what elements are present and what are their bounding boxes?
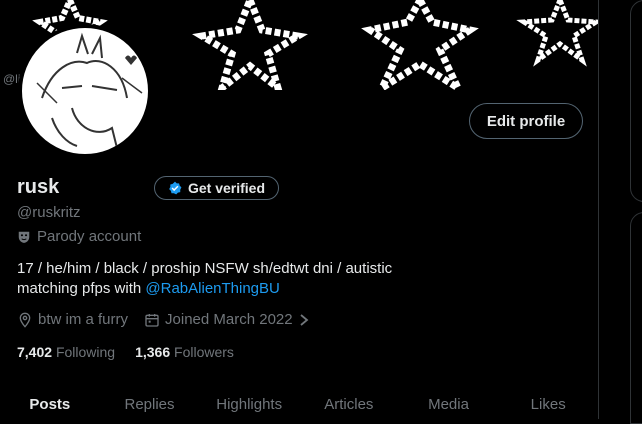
parody-account-label: Parody account <box>37 228 142 245</box>
joined-text: Joined March 2022 <box>165 311 293 328</box>
following-label: Following <box>55 344 116 360</box>
follow-stats: 7,402 Following 1,366 Followers <box>17 344 234 360</box>
get-verified-label: Get verified <box>187 180 266 196</box>
avatar-sketch <box>36 32 143 149</box>
following-count: 7,402 <box>17 344 53 360</box>
tab-likes[interactable]: Likes <box>498 387 598 419</box>
sidebar-card-top <box>630 0 642 202</box>
followers-link[interactable]: 1,366 Followers <box>135 344 234 360</box>
bio-line-2: matching pfps with @RabAlienThingBU <box>17 279 577 299</box>
tab-replies[interactable]: Replies <box>100 387 200 419</box>
location-pin-icon <box>19 312 31 328</box>
tab-articles[interactable]: Articles <box>299 387 399 419</box>
sidebar-card-bottom <box>630 212 642 424</box>
chevron-right-icon <box>300 313 309 326</box>
theater-mask-icon <box>18 231 30 243</box>
display-name: rusk <box>17 176 60 198</box>
avatar[interactable] <box>18 24 152 158</box>
username: @ruskritz <box>17 204 81 221</box>
get-verified-button[interactable]: Get verified <box>154 176 279 200</box>
calendar-icon <box>145 313 159 327</box>
bio-line-2-text: matching pfps with <box>17 280 146 297</box>
location-text: btw im a furry <box>38 311 129 328</box>
tab-media[interactable]: Media <box>399 387 499 419</box>
tab-posts[interactable]: Posts <box>0 387 100 419</box>
bio-line-1: 17 / he/him / black / proship NSFW sh/ed… <box>17 260 393 277</box>
bio: 17 / he/him / black / proship NSFW sh/ed… <box>17 259 577 299</box>
location: btw im a furry <box>17 311 128 328</box>
column-divider <box>598 0 599 419</box>
bio-mention-link[interactable]: @RabAlienThingBU <box>145 280 279 297</box>
parody-label-row: Parody account <box>17 228 141 245</box>
profile-tabs: Posts Replies Highlights Articles Media … <box>0 387 598 419</box>
following-link[interactable]: 7,402 Following <box>17 344 115 360</box>
followers-label: Followers <box>174 344 234 360</box>
tab-highlights[interactable]: Highlights <box>199 387 299 419</box>
profile-meta: btw im a furry Joined March 2022 <box>17 311 326 328</box>
verified-badge-icon <box>169 181 182 195</box>
edit-profile-button[interactable]: Edit profile <box>469 103 583 139</box>
joined-date[interactable]: Joined March 2022 <box>144 311 310 328</box>
followers-count: 1,366 <box>135 344 171 360</box>
